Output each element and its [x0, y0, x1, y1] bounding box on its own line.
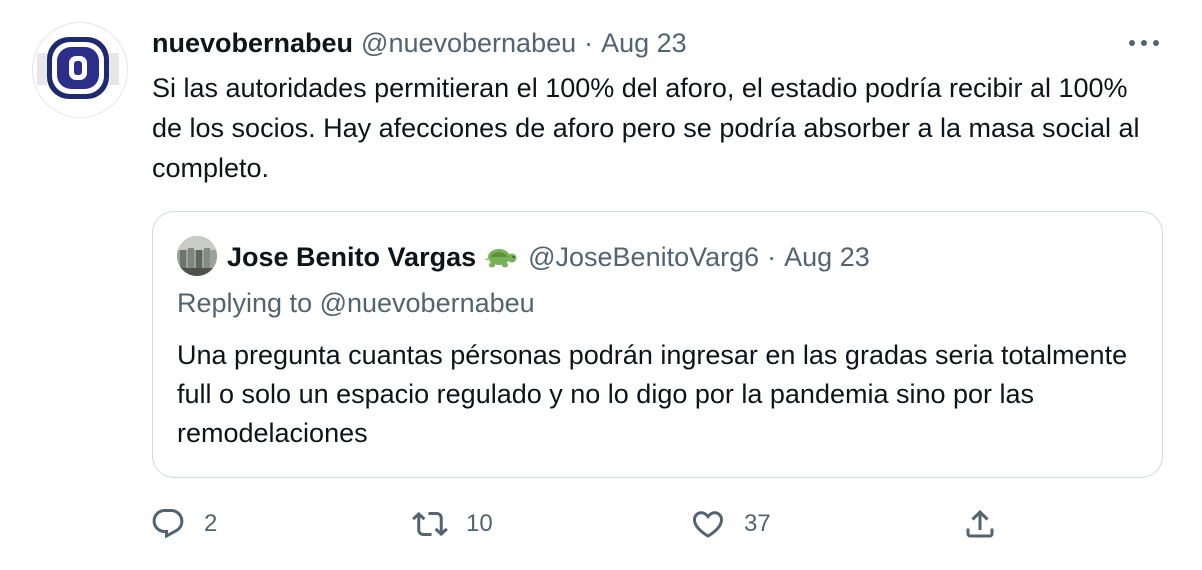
tweet-actions-bar: 2 10 37: [150, 500, 1010, 548]
share-button[interactable]: [962, 500, 998, 548]
turtle-emoji-icon: [484, 244, 518, 270]
quoted-tweet[interactable]: Jose Benito Vargas @JoseBenitoVarg6 · Au…: [152, 211, 1163, 478]
nuevobernabeu-logo-icon: [33, 23, 127, 117]
tweet-header: nuevobernabeu @nuevobernabeu · Aug 23: [152, 26, 687, 60]
quoted-author-handle[interactable]: @JoseBenitoVarg6: [528, 242, 759, 273]
retweet-button[interactable]: 10: [412, 500, 493, 548]
tweet: nuevobernabeu @nuevobernabeu · Aug 23 Si…: [0, 0, 1202, 570]
replying-to-label: Replying to @nuevobernabeu: [177, 288, 535, 318]
quoted-author-display-name[interactable]: Jose Benito Vargas: [227, 242, 476, 273]
quoted-author-avatar[interactable]: [177, 236, 217, 276]
quoted-tweet-text: Una pregunta cuantas pérsonas podrán ing…: [177, 340, 1128, 448]
quoted-tweet-header: Jose Benito Vargas @JoseBenitoVarg6 · Au…: [227, 240, 870, 274]
tweet-date[interactable]: Aug 23: [601, 28, 687, 59]
author-display-name[interactable]: nuevobernabeu: [152, 28, 353, 59]
like-button[interactable]: 37: [690, 500, 771, 548]
heart-icon: [692, 511, 724, 538]
reply-button[interactable]: 2: [150, 500, 217, 548]
separator-dot: ·: [584, 27, 594, 58]
share-icon: [966, 509, 994, 538]
retweet-count: 10: [466, 510, 493, 537]
retweet-icon: [412, 511, 448, 537]
separator-dot: ·: [767, 241, 777, 272]
quoted-tweet-date[interactable]: Aug 23: [784, 242, 870, 273]
author-avatar[interactable]: [32, 22, 128, 118]
like-count: 37: [744, 510, 771, 537]
reply-icon: [152, 509, 184, 539]
reply-count: 2: [204, 510, 218, 537]
quoted-avatar-photo-icon: [177, 236, 217, 276]
tweet-text: Si las autoridades permitieran el 100% d…: [152, 73, 1140, 183]
more-options-button[interactable]: [1126, 28, 1162, 58]
author-handle[interactable]: @nuevobernabeu: [361, 28, 576, 59]
ellipsis-icon: [1129, 40, 1159, 46]
